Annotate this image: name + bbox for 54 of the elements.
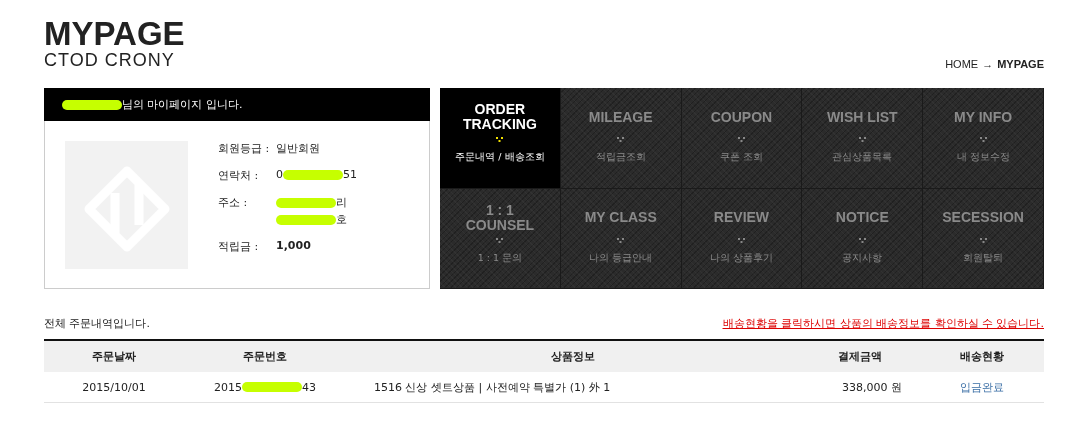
field-label: 적립금 : xyxy=(218,239,260,254)
column-header: 주문날짜 xyxy=(44,340,184,372)
breadcrumb-separator: → xyxy=(982,58,994,70)
delivery-info-link[interactable]: 배송현황을 클릭하시면 상품의 배송정보를 확인하실 수 있습니다. xyxy=(722,316,1044,331)
column-header: 주문번호 xyxy=(184,340,346,372)
orders-caption: 전체 주문내역입니다. xyxy=(44,316,150,331)
field-value: 일반회원 xyxy=(276,142,320,155)
field-value: 리 xyxy=(336,196,347,209)
column-header: 상품정보 xyxy=(346,340,800,372)
table-cell: 1516 신상 셋트상품 | 사전예약 특별가 (1) 外 1 xyxy=(346,372,800,403)
status-link[interactable]: 입금완료 xyxy=(960,380,1004,394)
order-number: 2015 xyxy=(214,380,242,394)
field-value: 51 xyxy=(343,168,357,181)
redaction-mark xyxy=(283,170,343,180)
field-label: 연락처 : xyxy=(218,168,260,183)
menu-tile[interactable]: COUPON 쿠폰 조회 xyxy=(681,88,803,189)
menu-tile[interactable]: SECESSION 회원탈퇴 xyxy=(923,188,1044,289)
chevron-down-icon xyxy=(858,237,866,243)
chevron-down-icon xyxy=(738,237,745,243)
chevron-down-icon xyxy=(496,237,504,243)
menu-tile[interactable]: ORDER TRACKING 주문내역 / 배송조회 xyxy=(440,88,561,189)
page-title: MYPAGE xyxy=(44,18,185,50)
chevron-down-icon xyxy=(979,137,987,142)
menu-tile[interactable]: NOTICE 공지사항 xyxy=(802,188,924,289)
redaction-mark xyxy=(242,382,302,392)
chevron-down-icon xyxy=(617,137,625,142)
chevron-down-icon xyxy=(496,137,504,142)
menu-tile[interactable]: 1 : 1 COUNSEL 1 : 1 문의 xyxy=(440,188,561,289)
chevron-down-icon xyxy=(617,237,625,243)
greeting-text: 님의 마이페이지 입니다. xyxy=(122,97,243,112)
chevron-down-icon xyxy=(979,237,987,243)
menu-tile[interactable]: MY INFO 내 정보수정 xyxy=(923,88,1044,189)
menu-tile[interactable]: MILEAGE 적립금조회 xyxy=(560,88,682,189)
menu-tile[interactable]: WISH LIST 관심상품목록 xyxy=(802,88,924,189)
redaction-mark xyxy=(276,215,336,225)
breadcrumb-link[interactable]: HOME xyxy=(945,58,979,70)
menu-tile[interactable]: REVIEW 나의 상품후기 xyxy=(681,188,803,289)
field-value: 0 xyxy=(276,168,283,181)
field-value: 1,000 xyxy=(276,239,311,252)
menu-tile[interactable]: MY CLASS 나의 등급안내 xyxy=(560,188,682,289)
redaction-mark xyxy=(276,198,336,208)
chevron-down-icon xyxy=(738,137,745,142)
field-label: 회원등급 : xyxy=(218,141,271,156)
breadcrumb-link[interactable]: MYPAGE xyxy=(997,58,1044,70)
column-header: 배송현황 xyxy=(920,340,1044,372)
field-label: 주소 : xyxy=(218,195,249,211)
field-value: 호 xyxy=(336,213,347,226)
redaction-mark xyxy=(62,99,122,110)
table-cell: 338,000 원 xyxy=(800,372,920,403)
table-cell: 2015/10/01 xyxy=(44,372,184,403)
order-number: 43 xyxy=(302,380,316,394)
column-header: 결제금액 xyxy=(800,340,920,372)
page-subtitle: CTOD CRONY xyxy=(44,50,176,70)
chevron-down-icon xyxy=(858,137,866,142)
